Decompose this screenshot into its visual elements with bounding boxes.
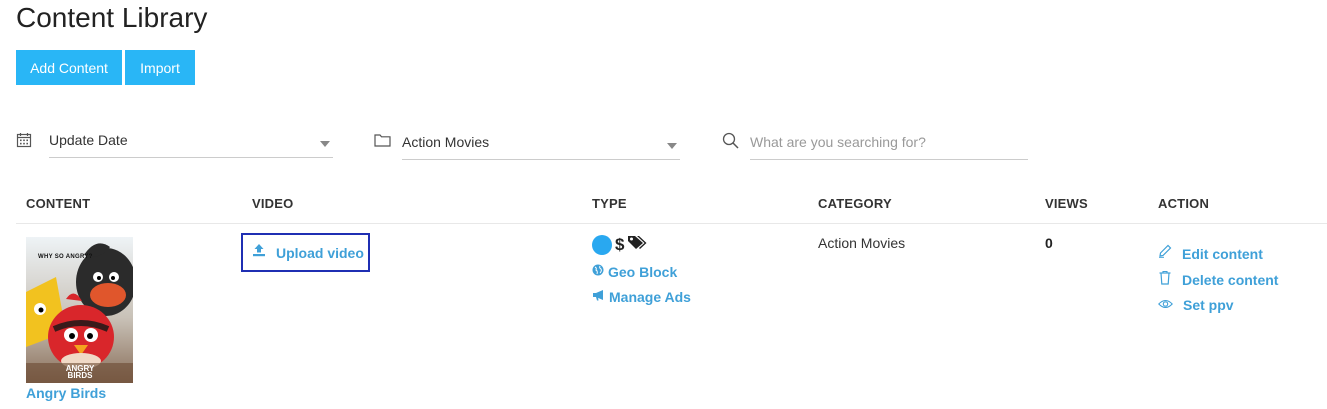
header-content: CONTENT	[26, 196, 91, 211]
tags-icon	[627, 234, 647, 255]
calendar-icon	[16, 132, 32, 153]
upload-video-label: Upload video	[276, 244, 364, 261]
header-video: VIDEO	[252, 196, 294, 211]
edit-content-link[interactable]: Edit content	[1158, 244, 1263, 263]
poster-logo: ANGRY BIRDS	[65, 364, 95, 380]
delete-content-label: Delete content	[1182, 272, 1279, 288]
header-category: CATEGORY	[818, 196, 892, 211]
poster-tagline: WHY SO ANGRY?	[38, 254, 93, 260]
header-action: ACTION	[1158, 196, 1210, 211]
eye-icon	[1158, 296, 1173, 314]
category-select[interactable]: Action Movies	[402, 130, 680, 160]
page-title: Content Library	[16, 2, 208, 33]
edit-content-label: Edit content	[1182, 245, 1263, 262]
pencil-icon	[1158, 244, 1172, 263]
delete-content-link[interactable]: Delete content	[1158, 270, 1278, 290]
content-poster[interactable]: WHY SO ANGRY? ANGRY BIRDS	[26, 237, 133, 383]
search-input[interactable]	[750, 130, 1020, 154]
geo-block-link[interactable]: Geo Block	[592, 263, 677, 281]
search-field-wrap	[750, 130, 1028, 160]
set-ppv-label: Set ppv	[1183, 297, 1234, 313]
type-icons: $	[592, 234, 647, 255]
date-select[interactable]: Update Date	[49, 128, 333, 158]
header-type: TYPE	[592, 196, 627, 211]
table-header: CONTENT VIDEO TYPE CATEGORY VIEWS ACTION	[16, 188, 1327, 224]
set-ppv-link[interactable]: Set ppv	[1158, 296, 1234, 314]
row-category: Action Movies	[818, 235, 906, 251]
content-title-link[interactable]: Angry Birds	[26, 385, 106, 401]
date-select-value: Update Date	[49, 132, 128, 148]
chevron-down-icon	[667, 143, 677, 149]
manage-ads-label: Manage Ads	[609, 289, 691, 305]
search-icon	[722, 132, 739, 154]
chevron-down-icon	[320, 141, 330, 147]
bullhorn-icon	[592, 288, 606, 306]
category-select-value: Action Movies	[402, 134, 490, 150]
upload-icon	[252, 243, 266, 262]
trash-icon	[1158, 270, 1172, 290]
globe-icon	[592, 263, 604, 281]
circle-icon	[592, 234, 612, 255]
geo-block-label: Geo Block	[608, 264, 678, 280]
date-filter[interactable]: Update Date	[16, 128, 336, 158]
import-button[interactable]: Import	[125, 50, 195, 85]
add-content-button[interactable]: Add Content	[16, 50, 122, 85]
search-filter	[722, 128, 1032, 160]
folder-icon	[374, 133, 391, 152]
header-views: VIEWS	[1045, 196, 1088, 211]
dollar-sign: $	[615, 234, 625, 254]
category-filter[interactable]: Action Movies	[374, 128, 684, 160]
manage-ads-link[interactable]: Manage Ads	[592, 288, 691, 306]
upload-video-link[interactable]: Upload video	[252, 243, 364, 262]
row-views: 0	[1045, 235, 1053, 251]
